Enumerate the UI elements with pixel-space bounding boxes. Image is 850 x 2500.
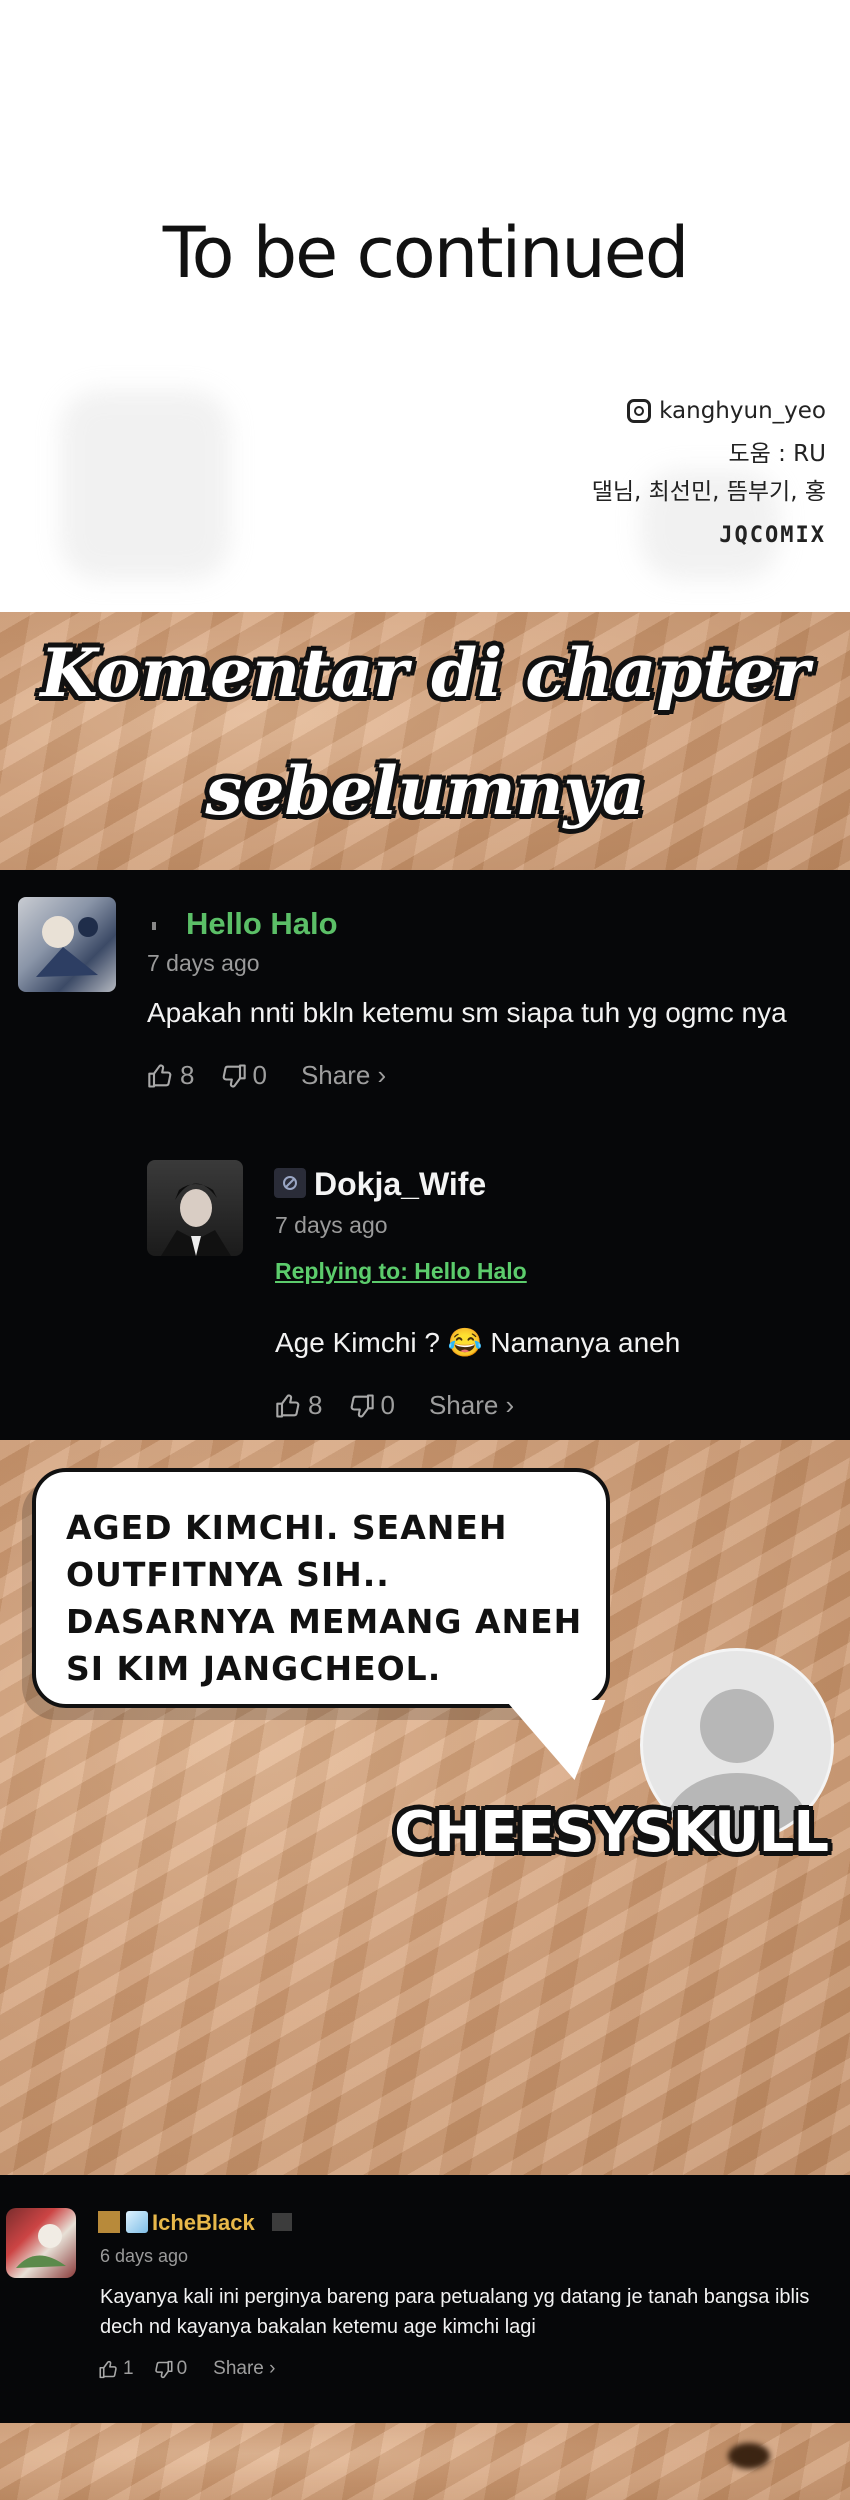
faded-figure-left bbox=[60, 390, 230, 580]
share-button[interactable]: Share › bbox=[213, 2358, 275, 2380]
translator-signature: CHEESYSKULL bbox=[394, 1800, 829, 1865]
avatar-art-icon bbox=[36, 916, 98, 977]
bottom-sand-panel bbox=[0, 2423, 850, 2500]
dislike-button[interactable]: 0 bbox=[218, 1060, 267, 1091]
user-badge-icon bbox=[152, 922, 156, 930]
comment-text: Apakah nnti bkln ketemu sm siapa tuh yg … bbox=[147, 997, 787, 1028]
like-button[interactable]: 8 bbox=[146, 1060, 194, 1091]
help-credit: 도움 : RU bbox=[728, 441, 826, 467]
comment-time: 6 days ago bbox=[100, 2246, 189, 2266]
like-count: 1 bbox=[123, 2358, 134, 2379]
reply-avatar-art-icon bbox=[161, 1183, 231, 1256]
publisher-logo: JQCOMIX bbox=[719, 523, 826, 548]
translator-note-panel: AGED KIMCHI. SEANEH OUTFITNYA SIH.. DASA… bbox=[0, 1440, 850, 2175]
comment-3: IcheBlack 6 days ago Kayanya kali ini pe… bbox=[0, 2175, 850, 2423]
credits-block: kanghyun_yeo 도움 : RU 댈님, 최선민, 뜸부기, 홍 JQC… bbox=[592, 392, 826, 555]
comment-actions: 8 0 Share › bbox=[146, 1060, 386, 1091]
thumbs-down-icon bbox=[154, 2360, 173, 2378]
dislike-count: 0 bbox=[252, 1060, 267, 1090]
like-count: 8 bbox=[180, 1060, 195, 1090]
replying-to-link[interactable]: Replying to: Hello Halo bbox=[275, 1258, 527, 1285]
comment-username[interactable]: Hello Halo bbox=[186, 906, 338, 942]
thumbs-up-icon bbox=[99, 2360, 117, 2378]
speech-bubble-tail bbox=[505, 1700, 635, 1780]
reply-dislike-count: 0 bbox=[380, 1390, 395, 1420]
thumbs-down-icon bbox=[351, 1393, 375, 1418]
comment-username[interactable]: IcheBlack bbox=[152, 2210, 255, 2236]
comment-actions: 1 0 Share › bbox=[98, 2358, 275, 2380]
heading-line-1: Komentar di chapter bbox=[40, 634, 810, 712]
comment-thread: Hello Halo 7 days ago Apakah nnti bkln k… bbox=[0, 870, 850, 1440]
share-button[interactable]: Share › bbox=[301, 1060, 386, 1091]
instagram-handle: kanghyun_yeo bbox=[659, 398, 826, 424]
reply-like-button[interactable]: 8 bbox=[274, 1390, 322, 1421]
castle-badge-icon bbox=[98, 2211, 120, 2233]
comment-time: 7 days ago bbox=[147, 950, 260, 976]
avatar[interactable] bbox=[6, 2208, 76, 2278]
comments-heading-panel: Komentar di chapter sebelumnya bbox=[0, 612, 850, 870]
thumbs-up-icon bbox=[148, 1063, 172, 1088]
heading-line-2: sebelumnya bbox=[205, 752, 645, 830]
instagram-credit: kanghyun_yeo bbox=[627, 392, 826, 430]
thumbs-up-icon bbox=[276, 1393, 300, 1418]
reply-share-button[interactable]: Share › bbox=[429, 1390, 514, 1421]
dislike-button[interactable]: 0 bbox=[152, 2358, 188, 2380]
ice-cube-icon bbox=[126, 2211, 148, 2233]
speech-bubble-text: AGED KIMCHI. SEANEH OUTFITNYA SIH.. DASA… bbox=[66, 1508, 583, 1688]
reply-text: Age Kimchi ? 😂 Namanya aneh bbox=[275, 1327, 681, 1358]
sand-spot bbox=[728, 2443, 770, 2469]
reply-actions: 8 0 Share › bbox=[274, 1390, 514, 1421]
reply-badge-icon bbox=[274, 1168, 306, 1198]
avatar[interactable] bbox=[18, 897, 116, 992]
thumbs-down-icon bbox=[223, 1063, 247, 1088]
comment-text: Kayanya kali ini perginya bareng para pe… bbox=[100, 2286, 810, 2338]
to-be-continued-title: To be continued bbox=[162, 212, 690, 294]
dislike-count: 0 bbox=[176, 2358, 188, 2379]
assistant-names: 댈님, 최선민, 뜸부기, 홍 bbox=[591, 479, 826, 505]
reply-username[interactable]: Dokja_Wife bbox=[314, 1166, 486, 1203]
flag-icon bbox=[272, 2213, 292, 2231]
reply-like-count: 8 bbox=[308, 1390, 323, 1420]
reply-dislike-button[interactable]: 0 bbox=[346, 1390, 395, 1421]
end-panel: To be continued kanghyun_yeo 도움 : RU 댈님,… bbox=[0, 0, 850, 612]
reply-time: 7 days ago bbox=[275, 1212, 388, 1238]
reply-avatar[interactable] bbox=[147, 1160, 243, 1256]
instagram-icon bbox=[627, 399, 652, 423]
like-button[interactable]: 1 bbox=[98, 2358, 134, 2380]
avatar-art-icon bbox=[16, 2224, 66, 2268]
